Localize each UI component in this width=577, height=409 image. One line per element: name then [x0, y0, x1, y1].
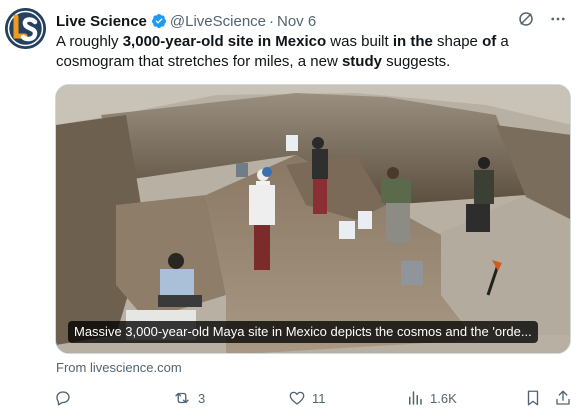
- bookmark-button[interactable]: [524, 389, 542, 407]
- tweet-actions-bar: 3 11 1.6K: [54, 389, 574, 407]
- tweet-text-segment: 3,000-year-old site in Mexico: [122, 33, 327, 50]
- header-separator: ·: [269, 12, 274, 30]
- tweet-text-segment: in the: [392, 33, 433, 50]
- verified-badge-icon: [151, 14, 166, 28]
- views-count: 1.6K: [430, 390, 457, 406]
- tweet-header: Live Science @LiveScience · Nov 6: [56, 11, 567, 31]
- share-icon: [556, 390, 570, 405]
- grok-icon[interactable]: [517, 10, 535, 28]
- tweet-text-segment: suggests.: [381, 53, 451, 70]
- bookmark-icon: [527, 390, 539, 406]
- tweet-text-segment: study: [341, 53, 382, 70]
- more-options-icon[interactable]: [549, 10, 567, 28]
- live-science-logo-icon: [5, 8, 46, 49]
- tweet-media[interactable]: Massive 3,000-year-old Maya site in Mexi…: [55, 84, 571, 354]
- share-button[interactable]: [554, 389, 572, 407]
- tweet-text-segment: A roughly: [56, 33, 123, 50]
- media-caption[interactable]: Massive 3,000-year-old Maya site in Mexi…: [68, 321, 538, 343]
- heart-icon: [289, 391, 305, 405]
- reply-button[interactable]: [54, 389, 78, 407]
- tweet-text: A roughly 3,000-year-old site in Mexico …: [56, 32, 556, 72]
- tweet-text-segment: was built: [326, 33, 393, 50]
- tweet-text-segment: shape: [432, 33, 483, 50]
- tweet-text-segment: of: [482, 33, 497, 50]
- views-chart-icon: [409, 391, 422, 405]
- retweet-icon: [175, 392, 189, 404]
- author-name[interactable]: Live Science: [56, 13, 147, 30]
- retweet-button[interactable]: 3: [172, 389, 205, 407]
- like-count: 11: [312, 390, 326, 406]
- reply-icon: [56, 391, 70, 406]
- header-actions: [517, 10, 567, 28]
- excavation-photo: [56, 85, 570, 353]
- author-avatar[interactable]: [5, 8, 46, 49]
- views-button[interactable]: 1.6K: [406, 389, 457, 407]
- like-button[interactable]: 11: [288, 389, 326, 407]
- author-handle[interactable]: @LiveScience: [170, 13, 266, 30]
- retweet-count: 3: [198, 390, 206, 406]
- link-source[interactable]: From livescience.com: [56, 360, 182, 375]
- tweet-date[interactable]: Nov 6: [277, 13, 316, 30]
